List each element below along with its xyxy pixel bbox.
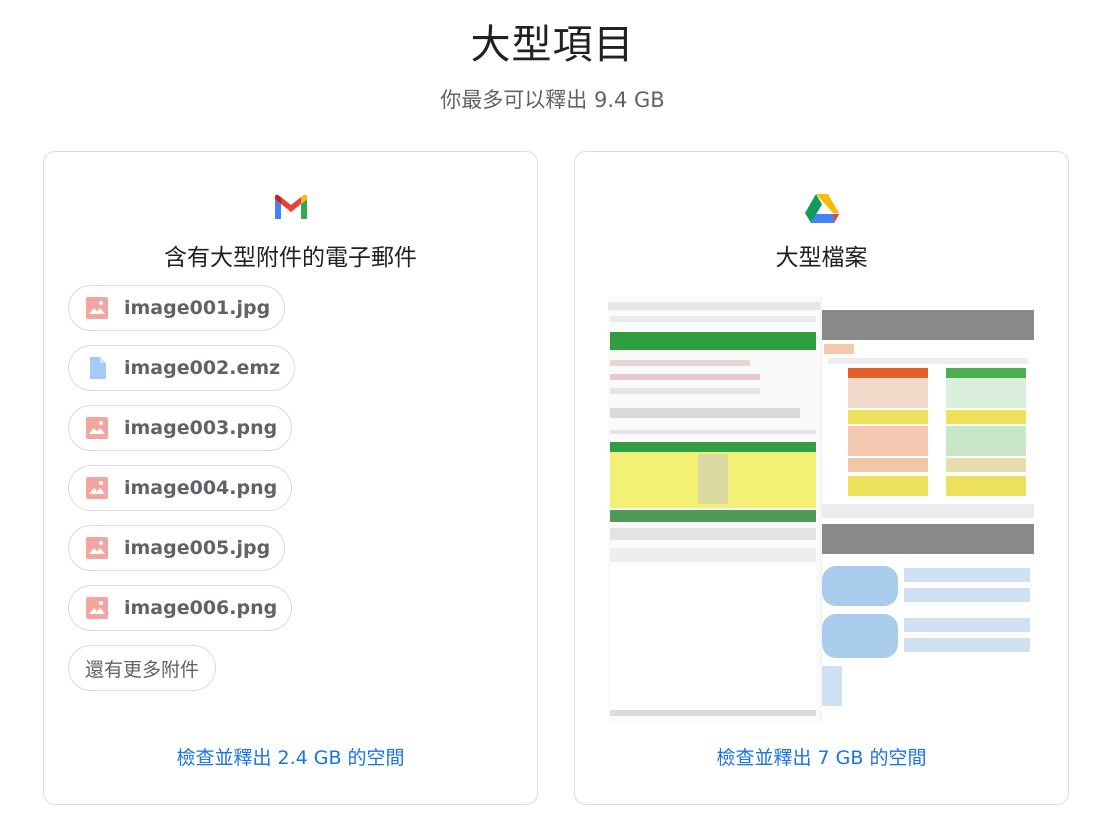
page-title: 大型項目 [470,22,635,68]
card-title: 含有大型附件的電子郵件 [164,245,417,271]
image-file-icon [85,296,109,320]
card-title: 大型檔案 [775,245,868,271]
attachment-name: image006.png [124,597,278,619]
image-file-icon [85,596,109,620]
more-attachments-button[interactable]: 還有更多附件 [68,645,217,691]
image-file-icon [85,536,109,560]
image-file-icon [85,476,109,500]
more-attachments-label: 還有更多附件 [85,658,200,681]
attachment-chip[interactable]: image002.emz [68,345,296,391]
review-attachments-link[interactable]: 檢查並釋出 2.4 GB 的空間 [44,743,537,770]
google-drive-icon [804,192,840,223]
attachment-chip[interactable]: image006.png [68,585,293,631]
page-subtitle: 你最多可以釋出 9.4 GB [440,88,665,112]
attachment-chip[interactable]: image005.jpg [68,525,286,571]
attachment-name: image002.emz [124,357,281,379]
attachment-chip[interactable]: image004.png [68,465,293,511]
attachment-name: image001.jpg [124,297,271,319]
large-files-card: 大型檔案 檢查並釋出 7 GB 的空間 [574,151,1069,805]
large-attachments-card: 含有大型附件的電子郵件 image001.jpg image002.emz im… [43,151,538,805]
review-files-link[interactable]: 檢查並釋出 7 GB 的空間 [575,743,1068,770]
document-file-icon [85,356,109,380]
attachment-name: image004.png [124,477,278,499]
gmail-icon [273,192,309,222]
file-thumbnail[interactable] [608,296,1034,721]
attachment-name: image005.jpg [124,537,271,559]
image-file-icon [85,416,109,440]
attachment-chip[interactable]: image003.png [68,405,293,451]
attachment-chip[interactable]: image001.jpg [68,285,286,331]
attachment-name: image003.png [124,417,278,439]
